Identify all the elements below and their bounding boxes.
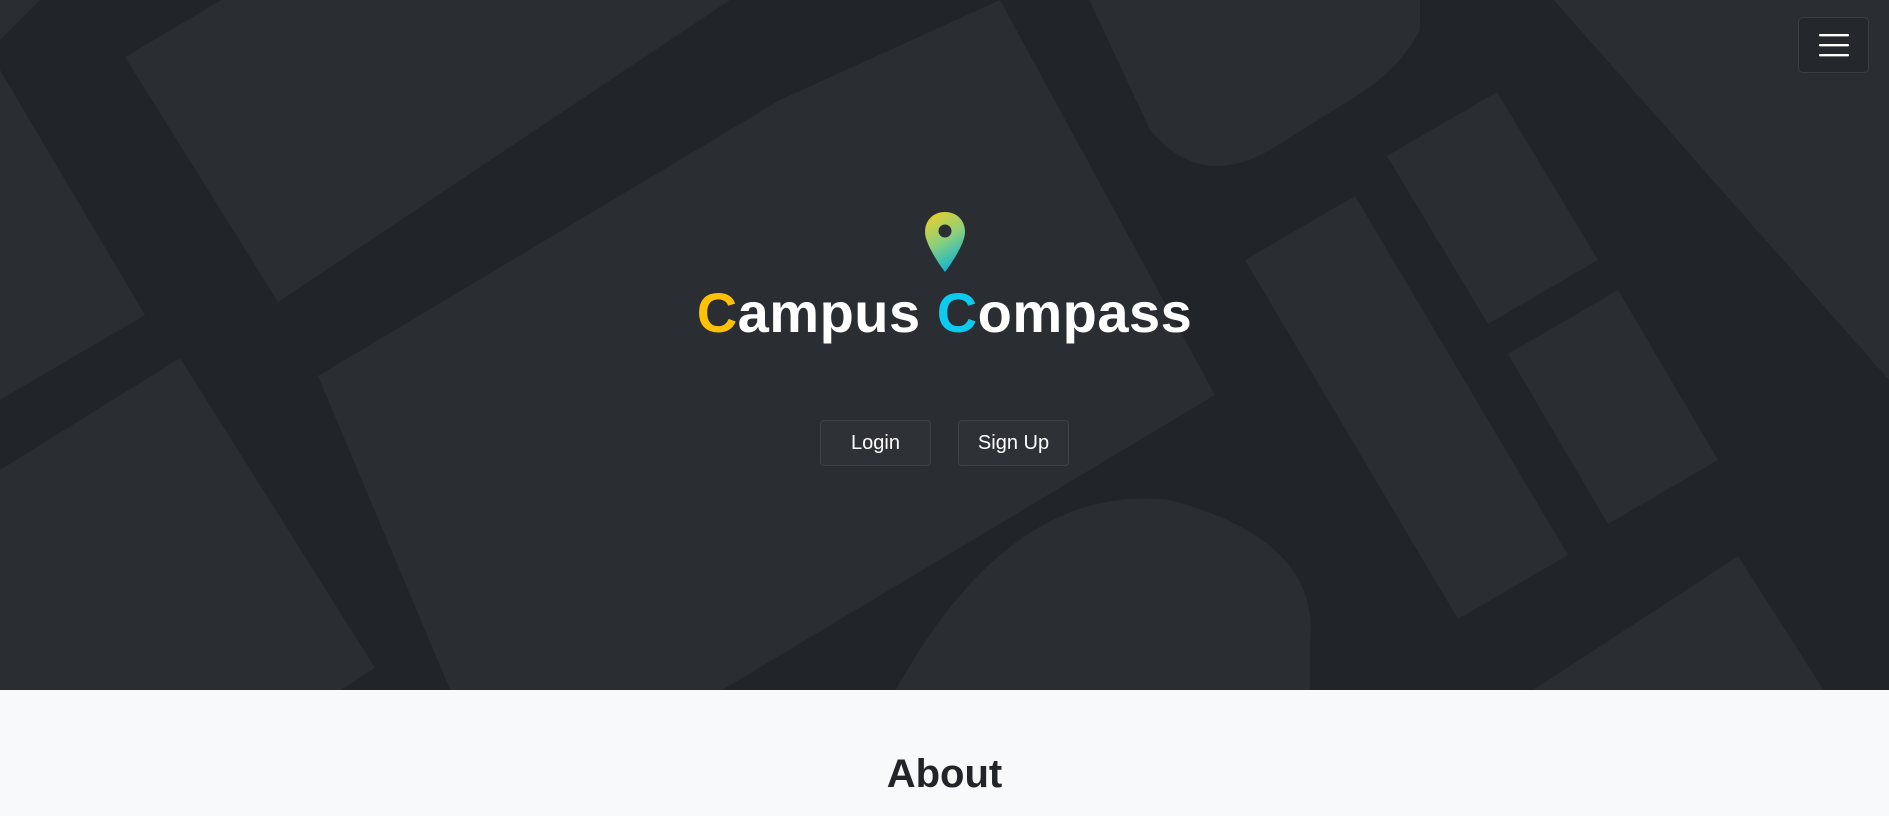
hamburger-menu-icon <box>1818 34 1849 57</box>
app-title: Campus Compass <box>0 278 1889 348</box>
menu-toggle-button[interactable] <box>1798 17 1869 73</box>
signup-button[interactable]: Sign Up <box>958 420 1069 466</box>
about-section: About <box>0 690 1889 816</box>
title-initial-compass: C <box>936 281 978 344</box>
brand-block: Campus Compass <box>0 210 1889 348</box>
title-rest-campus: ampus <box>737 281 921 344</box>
hero-section: Campus Compass Login Sign Up <box>0 0 1889 690</box>
about-heading: About <box>886 752 1003 796</box>
title-rest-compass: ompass <box>977 281 1193 344</box>
login-button[interactable]: Login <box>820 420 931 466</box>
map-pin-icon <box>924 212 965 272</box>
title-initial-campus: C <box>696 281 738 344</box>
auth-buttons: Login Sign Up <box>0 420 1889 466</box>
